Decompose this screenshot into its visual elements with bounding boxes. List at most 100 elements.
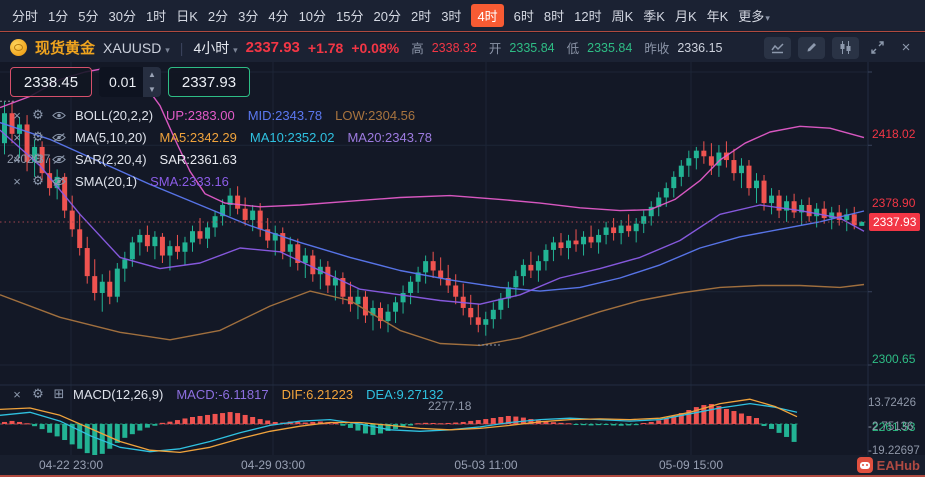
symbol-code-dropdown[interactable]: XAUUSD ▾: [103, 40, 170, 56]
dea-value: DEA:9.27132: [366, 386, 444, 402]
price-change: +1.78: [307, 39, 344, 56]
open-label: 开: [488, 42, 502, 56]
axis-price-label: 2418.02: [872, 127, 916, 141]
remove-indicator-icon[interactable]: ×: [10, 108, 24, 123]
period-4m[interactable]: 4分: [268, 6, 288, 25]
chart-area: 2402.37 2277.18 2338.45 0.01 ▲ ▼ 2337.93…: [0, 62, 925, 457]
period-2h[interactable]: 2时: [411, 6, 431, 25]
toolbar-icons: ×: [764, 36, 917, 59]
timeframe-dropdown[interactable]: 4小时 ▾: [193, 38, 237, 58]
line-chart-icon[interactable]: [764, 36, 791, 59]
period-1h[interactable]: 1时: [146, 6, 166, 25]
period-8h[interactable]: 8时: [544, 6, 564, 25]
eye-off-icon[interactable]: [52, 154, 66, 165]
period-10m[interactable]: 10分: [299, 6, 326, 25]
indicator-name: BOLL(20,2,2): [75, 107, 154, 123]
macd-legend: × ⚙ ⊞ MACD(12,26,9) MACD:-6.11817 DIF:6.…: [10, 384, 443, 404]
indicator-name: SMA(20,1): [75, 173, 138, 189]
indicator-value: LOW:2304.56: [335, 107, 416, 123]
axis-price-label: 2300.65: [872, 352, 916, 366]
candlestick-style-icon[interactable]: [832, 36, 859, 59]
period-1w[interactable]: 周K: [612, 6, 634, 25]
chevron-down-icon: ▾: [233, 44, 238, 55]
chevron-down-icon: ▾: [765, 13, 770, 23]
time-label: 05-09 15:00: [658, 458, 724, 472]
remove-indicator-icon[interactable]: ×: [10, 387, 24, 402]
fullscreen-icon[interactable]: [866, 37, 888, 59]
volume-stepper[interactable]: 0.01 ▲ ▼: [99, 67, 161, 97]
period-5m[interactable]: 5分: [78, 6, 98, 25]
eahub-brand-name: EAHub: [876, 457, 920, 473]
eye-icon[interactable]: [52, 110, 66, 121]
low-label: 低: [566, 42, 580, 56]
symbol-bar: 现货黄金 XAUUSD ▾ | 4小时 ▾ 2337.93 +1.78 +0.0…: [0, 33, 925, 62]
high-label: 高: [411, 42, 424, 56]
indicator-value: SMA:2333.16: [150, 173, 229, 189]
period-4h-active[interactable]: 4时: [471, 4, 504, 27]
period-15m[interactable]: 15分: [336, 6, 363, 25]
trade-panel: 2338.45 0.01 ▲ ▼ 2337.93: [10, 67, 250, 97]
low-value: 2335.84: [587, 40, 633, 55]
indicator-legend-boll: × ⚙ BOLL(20,2,2) UP:2383.00 MID:2343.78 LOW:2…: [10, 105, 415, 125]
open-value: 2335.84: [509, 40, 555, 55]
period-1q[interactable]: 季K: [643, 6, 665, 25]
remove-indicator-icon[interactable]: ×: [10, 130, 24, 145]
indicator-settings-icon[interactable]: ⚙: [31, 173, 45, 189]
period-6h[interactable]: 6时: [514, 6, 534, 25]
buy-price-button[interactable]: 2337.93: [168, 67, 250, 97]
step-up-icon[interactable]: ▲: [143, 67, 161, 82]
divider: |: [179, 39, 184, 56]
maximize-pane-icon[interactable]: ⊞: [52, 386, 66, 402]
dif-value: DIF:6.21223: [281, 386, 354, 402]
period-1mo[interactable]: 月K: [675, 6, 697, 25]
indicator-name: MA(5,10,20): [75, 129, 147, 145]
indicator-value: UP:2383.00: [166, 107, 235, 123]
indicator-value: MA5:2342.29: [159, 129, 237, 145]
period-30m[interactable]: 30分: [108, 6, 135, 25]
macd-axis-label: -19.22697: [868, 445, 920, 457]
period-more[interactable]: 更多▾: [738, 6, 770, 25]
period-fenshi[interactable]: 分时: [12, 6, 38, 25]
period-1d[interactable]: 日K: [176, 6, 198, 25]
indicator-settings-icon[interactable]: ⚙: [31, 151, 45, 167]
draw-pencil-icon[interactable]: [798, 36, 825, 59]
time-label: 04-22 23:00: [38, 458, 104, 472]
indicator-value: MA20:2343.78: [347, 129, 433, 145]
sell-price-button[interactable]: 2338.45: [10, 67, 92, 97]
step-down-icon[interactable]: ▼: [143, 82, 161, 97]
eye-off-icon[interactable]: [52, 132, 66, 143]
step-value: 0.01: [109, 74, 137, 90]
period-bar: 分时 1分 5分 30分 1时 日K 2分 3分 4分 10分 15分 20分 …: [0, 0, 925, 32]
period-20m[interactable]: 20分: [374, 6, 401, 25]
time-axis[interactable]: 04-22 23:00 04-29 03:00 05-03 11:00 05-0…: [0, 455, 925, 477]
prev-close-label: 昨收: [644, 42, 670, 56]
indicator-settings-icon[interactable]: ⚙: [31, 129, 45, 145]
eahub-watermark[interactable]: EAHub: [856, 457, 920, 473]
indicator-name: SAR(2,20,4): [75, 151, 147, 167]
symbol-name: 现货黄金: [35, 40, 96, 57]
indicator-value: MA10:2352.02: [249, 129, 335, 145]
period-2m[interactable]: 2分: [208, 6, 228, 25]
indicator-settings-icon[interactable]: ⚙: [31, 107, 45, 123]
period-12h[interactable]: 12时: [574, 6, 601, 25]
eahub-logo-icon: [856, 457, 873, 473]
chart-widget: 分时 1分 5分 30分 1时 日K 2分 3分 4分 10分 15分 20分 …: [0, 0, 925, 477]
macd-axis-label: 13.72426: [868, 397, 916, 409]
prev-close-value: 2336.15: [677, 40, 723, 55]
indicator-legend-sar: × ⚙ SAR(2,20,4) SAR:2361.63: [10, 149, 237, 169]
remove-indicator-icon[interactable]: ×: [10, 174, 24, 189]
indicator-settings-icon[interactable]: ⚙: [31, 386, 45, 402]
axis-price-label: 2378.90: [872, 196, 916, 210]
last-price: 2337.93: [245, 39, 300, 56]
indicator-legend-sma: × ⚙ SMA(20,1) SMA:2333.16: [10, 171, 229, 191]
period-1m[interactable]: 1分: [48, 6, 68, 25]
period-3h[interactable]: 3时: [441, 6, 461, 25]
period-1y[interactable]: 年K: [707, 6, 729, 25]
eye-off-icon[interactable]: [52, 176, 66, 187]
close-icon[interactable]: ×: [895, 37, 917, 59]
indicator-legend-ma: × ⚙ MA(5,10,20) MA5:2342.29 MA10:2352.02 MA20…: [10, 127, 432, 147]
remove-indicator-icon[interactable]: ×: [10, 152, 24, 167]
time-label: 05-03 11:00: [454, 458, 518, 472]
indicator-value: MID:2343.78: [247, 107, 323, 123]
period-3m[interactable]: 3分: [238, 6, 258, 25]
